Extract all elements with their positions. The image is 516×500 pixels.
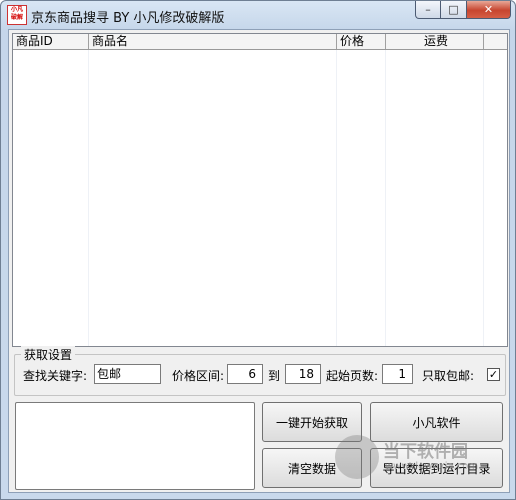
minimize-button[interactable]: –: [415, 1, 441, 19]
column-divider: [336, 50, 337, 346]
product-list-view[interactable]: 商品ID 商品名 价格 运费: [12, 33, 508, 347]
maximize-button[interactable]: □: [441, 1, 467, 19]
price-min-input[interactable]: 6: [227, 364, 263, 384]
fetch-settings-group: 获取设置 查找关键字: 包邮 价格区间: 6 到 18 起始页数: 1 只取包邮…: [14, 346, 506, 396]
keyword-label: 查找关键字:: [23, 369, 88, 383]
title-bar[interactable]: 小凡 破解 京东商品搜寻 BY 小凡修改破解版 – □ ✕: [1, 1, 515, 29]
log-textarea[interactable]: [15, 402, 255, 490]
export-data-button[interactable]: 导出数据到运行目录: [370, 448, 503, 488]
column-header-product-id[interactable]: 商品ID: [13, 34, 89, 49]
clear-data-button[interactable]: 清空数据: [262, 448, 362, 488]
column-header-filler: [484, 34, 507, 49]
free-shipping-only-label: 只取包邮:: [422, 369, 475, 383]
client-area: 商品ID 商品名 价格 运费 获取设置 查找关键字: 包邮 价格区间: 6 到 …: [8, 29, 510, 493]
xiaofan-software-button[interactable]: 小凡软件: [370, 402, 503, 442]
column-divider: [88, 50, 89, 346]
minimize-icon: –: [425, 3, 431, 16]
column-divider: [385, 50, 386, 346]
start-page-label: 起始页数:: [326, 369, 379, 383]
app-logo-icon: 小凡 破解: [7, 5, 27, 25]
start-fetch-button[interactable]: 一键开始获取: [262, 402, 362, 442]
main-window: 小凡 破解 京东商品搜寻 BY 小凡修改破解版 – □ ✕ 商品ID 商品名 价…: [0, 0, 516, 500]
caption-buttons: – □ ✕: [415, 1, 511, 20]
to-label: 到: [268, 369, 281, 383]
free-shipping-checkbox[interactable]: ✓: [487, 368, 500, 381]
price-max-input[interactable]: 18: [285, 364, 321, 384]
app-logo-text-top: 小凡: [10, 6, 23, 13]
window-title: 京东商品搜寻 BY 小凡修改破解版: [31, 11, 225, 26]
column-header-shipping[interactable]: 运费: [386, 34, 484, 49]
close-icon: ✕: [483, 3, 494, 16]
column-header-product-name[interactable]: 商品名: [89, 34, 337, 49]
price-range-label: 价格区间:: [172, 369, 225, 383]
column-divider: [483, 50, 484, 346]
start-page-input[interactable]: 1: [382, 364, 413, 384]
keyword-input[interactable]: 包邮: [94, 364, 161, 384]
maximize-icon: □: [448, 3, 459, 16]
column-header-price[interactable]: 价格: [337, 34, 386, 49]
close-button[interactable]: ✕: [467, 1, 511, 19]
list-header: 商品ID 商品名 价格 运费: [13, 34, 507, 50]
group-title: 获取设置: [21, 346, 76, 363]
app-logo-text-bottom: 破解: [10, 14, 23, 21]
